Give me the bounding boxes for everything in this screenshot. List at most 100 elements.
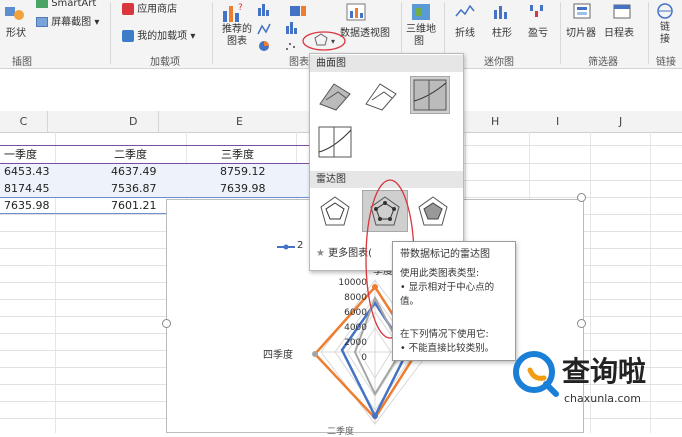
resize-handle[interactable] <box>577 193 586 202</box>
column-header-d[interactable]: D <box>129 111 137 132</box>
column-header-e[interactable]: E <box>236 111 243 132</box>
pivotchart-button[interactable] <box>344 2 368 22</box>
column-header-i[interactable]: I <box>556 111 559 132</box>
legend-marker <box>277 244 295 250</box>
group-divider <box>110 2 111 64</box>
timeline-button[interactable] <box>612 2 632 20</box>
tooltip-line: • 显示相对于中心点的 <box>400 282 495 293</box>
link-label[interactable]: 链 接 <box>660 22 670 46</box>
cell-r1-c[interactable]: 6453.43 <box>4 164 50 180</box>
resize-handle[interactable] <box>577 319 586 328</box>
bar-chart-icon <box>286 22 297 34</box>
watermark-logo-icon <box>513 351 559 397</box>
screenshot-button[interactable]: 屏幕截图 ▾ <box>36 13 99 28</box>
group-divider <box>648 2 649 64</box>
wireframe-contour-option[interactable] <box>316 124 354 162</box>
winloss-label[interactable]: 盈亏 <box>528 24 548 39</box>
smartart-icon <box>36 0 48 8</box>
link-icon <box>657 3 673 19</box>
column-label[interactable]: 柱形 <box>492 24 512 39</box>
shape-button[interactable] <box>4 4 26 22</box>
sparkline-line-button[interactable] <box>455 2 475 20</box>
category-label-left: 四季度 <box>263 350 293 361</box>
addins-group-label: 加载项 <box>150 57 180 68</box>
slicer-button[interactable] <box>572 2 592 20</box>
chart-star-icon: ★ <box>316 248 325 259</box>
recommended-charts-button[interactable]: ? <box>220 1 246 23</box>
hierarchy-chart-icon <box>290 6 306 16</box>
my-addins-label: 我的加载项 <box>137 31 188 42</box>
screenshot-label: 屏幕截图 <box>51 17 92 28</box>
contour-option[interactable] <box>410 76 450 114</box>
cell-r3-c[interactable]: 7635.98 <box>4 198 50 214</box>
filter-group-label: 筛选器 <box>588 57 618 68</box>
recommended-charts-label[interactable]: 推荐的 图表 <box>222 24 252 48</box>
globe-icon <box>412 4 430 20</box>
legend-label: 2 <box>297 240 304 251</box>
chevron-down-icon: ▾ <box>190 31 196 42</box>
cell-header-q2[interactable]: 二季度 <box>114 147 147 163</box>
cell-r1-e[interactable]: 8759.12 <box>220 164 266 180</box>
contour-icon <box>413 79 447 111</box>
3d-map-label[interactable]: 三维地 图 <box>406 24 436 48</box>
range-border-top <box>0 145 309 146</box>
3d-map-label-line1: 三维地 <box>406 24 436 35</box>
sparkline-group-label: 迷你图 <box>484 57 514 68</box>
column-header-c[interactable]: C <box>0 111 48 132</box>
group-divider <box>212 2 213 64</box>
cell-header-q1[interactable]: 一季度 <box>4 147 37 163</box>
sparkline-line-icon <box>455 4 475 17</box>
sparkline-column-icon <box>494 6 507 19</box>
column-chart-icon <box>258 4 269 16</box>
app-store-button[interactable]: 应用商店 <box>122 0 177 15</box>
wireframe-3d-option[interactable] <box>362 76 400 114</box>
smartart-label: SmartArt <box>51 0 97 9</box>
timeline-label[interactable]: 日程表 <box>604 24 634 39</box>
recommended-label-line2: 图表 <box>227 36 247 47</box>
sparkline-column-button[interactable] <box>492 2 512 20</box>
watermark-brand: 查询啦 <box>562 355 647 388</box>
my-addins-button[interactable]: 我的加载项 ▾ <box>122 27 195 42</box>
shape-label[interactable]: 形状 <box>6 24 26 39</box>
3d-map-button[interactable] <box>410 2 432 22</box>
cell-r3-d[interactable]: 7601.21 <box>111 198 157 214</box>
sparkline-winloss-button[interactable] <box>528 2 548 20</box>
column-header-j[interactable]: J <box>619 111 622 132</box>
smartart-button[interactable]: SmartArt <box>36 0 96 9</box>
slicer-label[interactable]: 切片器 <box>566 24 596 39</box>
pie-chart-icon <box>259 41 269 51</box>
3d-map-label-line2: 图 <box>414 36 424 47</box>
cell-r2-e[interactable]: 7639.98 <box>220 181 266 197</box>
slicer-icon <box>573 3 591 19</box>
link-group-label: 链接 <box>656 57 676 68</box>
pivotchart-icon <box>346 3 366 21</box>
column-header-h[interactable]: H <box>491 111 499 132</box>
svg-text:▾: ▾ <box>331 37 335 46</box>
svg-text:?: ? <box>238 3 243 13</box>
recommended-label-line1: 推荐的 <box>222 24 252 35</box>
cell-r2-c[interactable]: 8174.45 <box>4 181 50 197</box>
surface-3d-option[interactable] <box>316 76 354 114</box>
cell-header-q3[interactable]: 三季度 <box>221 147 254 163</box>
tooltip-line: 使用此类图表类型: <box>400 268 480 279</box>
scatter-chart-icon <box>286 43 295 50</box>
cell-r1-d[interactable]: 4637.49 <box>111 164 157 180</box>
group-divider <box>560 2 561 64</box>
cell-r2-d[interactable]: 7536.87 <box>111 181 157 197</box>
app-store-label: 应用商店 <box>137 4 178 15</box>
tooltip-line: • 不能直接比较类别。 <box>400 343 495 354</box>
watermark-domain: chaxunla.com <box>564 392 641 405</box>
radar-option[interactable] <box>316 193 354 231</box>
pivotchart-label[interactable]: 数据透视图 <box>340 24 390 39</box>
insert-group-label: 插图 <box>12 57 32 68</box>
link-button[interactable] <box>655 2 675 20</box>
series-marker <box>312 351 318 357</box>
shapes-icon <box>5 7 24 20</box>
sparkline-winloss-icon <box>530 5 543 17</box>
wireframe-3d-icon <box>365 83 397 111</box>
resize-handle[interactable] <box>162 319 171 328</box>
line-label[interactable]: 折线 <box>455 24 475 39</box>
link-label-line2: 接 <box>660 34 670 45</box>
watermark: 查询啦 chaxunla.com <box>510 348 680 410</box>
radar-icon <box>320 196 350 226</box>
